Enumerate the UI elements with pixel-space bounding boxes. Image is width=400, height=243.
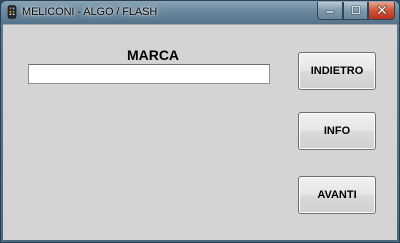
remote-control-icon[interactable] (5, 5, 19, 19)
info-button[interactable]: INFO (298, 112, 376, 150)
marca-label: MARCA (126, 47, 180, 63)
indietro-button[interactable]: INDIETRO (298, 52, 376, 90)
window-title: MELICONI - ALGO / FLASH (22, 6, 158, 18)
title-bar[interactable]: MELICONI - ALGO / FLASH (1, 1, 399, 24)
close-button[interactable] (368, 2, 395, 20)
close-icon (376, 2, 388, 20)
marca-input[interactable] (28, 64, 270, 84)
app-window: MELICONI - ALGO / FLASH MARCA INDIETRO I… (0, 0, 400, 243)
maximize-icon (350, 2, 362, 20)
minimize-button[interactable] (317, 2, 343, 20)
minimize-icon (324, 2, 336, 20)
maximize-button[interactable] (343, 2, 368, 20)
client-area: MARCA INDIETRO INFO AVANTI (3, 24, 397, 240)
avanti-button[interactable]: AVANTI (298, 176, 376, 214)
